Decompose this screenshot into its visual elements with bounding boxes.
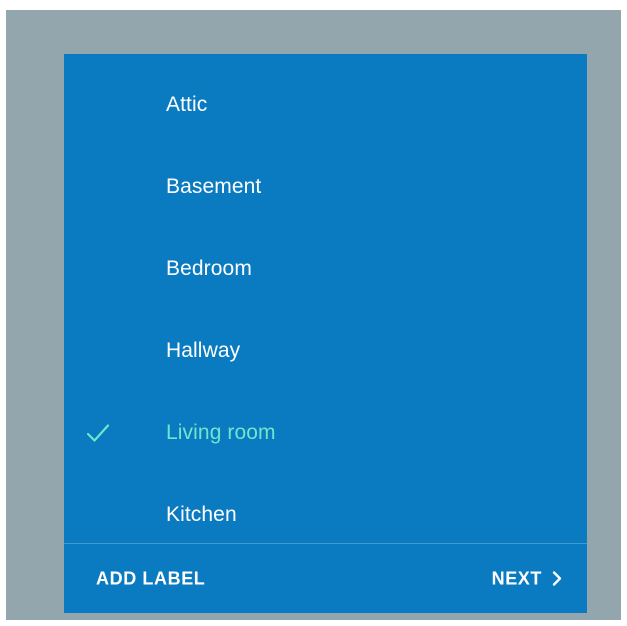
list-item-label: Bedroom bbox=[166, 257, 252, 280]
check-icon bbox=[86, 424, 110, 442]
list-item-label: Living room bbox=[166, 421, 276, 444]
label-picker-dialog: Attic Basement Bedroom Hallway Living ro… bbox=[64, 54, 587, 613]
list-item-label: Attic bbox=[166, 93, 208, 116]
add-label-button[interactable]: ADD LABEL bbox=[96, 568, 205, 589]
dialog-footer: ADD LABEL NEXT bbox=[64, 544, 587, 613]
list-item-label: Basement bbox=[166, 175, 262, 198]
list-item-living-room[interactable]: Living room bbox=[64, 392, 587, 474]
label-list: Attic Basement Bedroom Hallway Living ro… bbox=[64, 64, 587, 556]
dialog-backdrop: Attic Basement Bedroom Hallway Living ro… bbox=[6, 10, 621, 620]
list-item-label: Kitchen bbox=[166, 503, 237, 526]
chevron-right-icon bbox=[552, 571, 562, 586]
next-button[interactable]: NEXT bbox=[492, 568, 563, 589]
add-label-button-text: ADD LABEL bbox=[96, 568, 206, 588]
list-item-basement[interactable]: Basement bbox=[64, 146, 587, 228]
next-button-text: NEXT bbox=[491, 568, 542, 588]
list-item-hallway[interactable]: Hallway bbox=[64, 310, 587, 392]
list-item-label: Hallway bbox=[166, 339, 241, 362]
list-item-attic[interactable]: Attic bbox=[64, 64, 587, 146]
list-item-bedroom[interactable]: Bedroom bbox=[64, 228, 587, 310]
